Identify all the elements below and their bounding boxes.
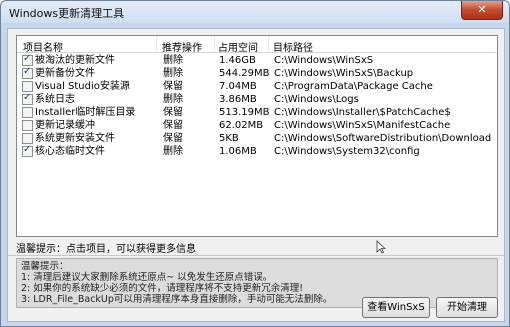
item-size: 1.46GB (219, 55, 256, 66)
item-path: C:\Windows\System32\config (274, 146, 420, 157)
item-size: 7.04MB (219, 81, 257, 92)
list-item[interactable]: 被淘汰的更新文件 删除 1.46GB C:\Windows\WinSxS (17, 53, 497, 67)
item-name: Visual Studio安装源 (35, 81, 130, 92)
item-name: 核心态临时文件 (35, 146, 105, 157)
item-size: 62.02MB (219, 120, 264, 131)
list-item[interactable]: 系统更新安装文件 保留 5KB C:\Windows\SoftwareDistr… (17, 132, 497, 145)
notes-heading: 温馨提示： (21, 261, 69, 272)
item-size: 544.29MB (219, 68, 270, 79)
item-path: C:\Windows\WinSxS\Backup (274, 68, 414, 79)
start-clean-button[interactable]: 开始清理 (436, 297, 498, 318)
item-name: 更新记录缓冲 (35, 120, 95, 131)
cleanup-item-list[interactable]: 项目名称 推荐操作 占用空间 目标路径 被淘汰的更新文件 删除 1.46GB C… (16, 35, 498, 237)
item-checkbox[interactable] (22, 81, 33, 92)
column-header-path[interactable]: 目标路径 (273, 39, 313, 54)
list-item[interactable]: 核心态临时文件 删除 1.06MB C:\Windows\System32\co… (17, 144, 497, 158)
item-action: 保留 (163, 120, 183, 131)
item-action: 保留 (163, 81, 183, 92)
item-path: C:\Windows\Installer\$PatchCache$ (274, 107, 451, 118)
item-size: 5KB (219, 133, 239, 144)
item-path: C:\Windows\WinSxS (274, 55, 374, 66)
item-name: Installer临时解压目录 (35, 107, 136, 118)
item-action: 保留 (163, 107, 183, 118)
item-checkbox[interactable] (22, 133, 33, 144)
item-checkbox[interactable] (22, 144, 33, 157)
item-size: 1.06MB (219, 146, 257, 157)
close-button[interactable]: ✕ (461, 1, 503, 20)
item-name: 系统日志 (35, 94, 75, 105)
list-item[interactable]: 更新记录缓冲 保留 62.02MB C:\Windows\WinSxS\Mani… (17, 119, 497, 132)
view-winsxs-button[interactable]: 查看WinSxS (362, 297, 430, 318)
column-divider[interactable] (156, 36, 157, 52)
item-path: C:\Windows\SoftwareDistribution\Download (274, 133, 492, 144)
divider (8, 255, 504, 256)
column-divider[interactable] (268, 36, 269, 52)
column-header-action[interactable]: 推荐操作 (162, 39, 202, 54)
item-action: 删除 (163, 146, 183, 157)
item-name: 系统更新安装文件 (35, 133, 115, 144)
list-item[interactable]: 系统日志 删除 3.86MB C:\Windows\Logs (17, 92, 497, 106)
note-line: 3: LDR_File_BackUp可以用清理程序本身直接删除，手动可能无法删除… (21, 294, 333, 305)
column-divider[interactable] (214, 36, 215, 52)
client-area: 项目名称 推荐操作 占用空间 目标路径 被淘汰的更新文件 删除 1.46GB C… (7, 28, 505, 322)
item-checkbox[interactable] (22, 92, 33, 105)
item-name: 更新备份文件 (35, 68, 95, 79)
item-path: C:\Windows\Logs (274, 94, 359, 105)
item-path: C:\ProgramData\Package Cache (274, 81, 433, 92)
item-checkbox[interactable] (22, 120, 33, 131)
app-window: Windows更新清理工具 ✕ 项目名称 推荐操作 占用空间 目标路径 被淘汰的… (0, 0, 510, 327)
mouse-cursor-icon (376, 240, 386, 254)
item-action: 删除 (163, 68, 183, 79)
column-header-name[interactable]: 项目名称 (23, 39, 63, 54)
list-item[interactable]: Visual Studio安装源 保留 7.04MB C:\ProgramDat… (17, 80, 497, 93)
item-checkbox[interactable] (22, 66, 33, 79)
item-size: 3.86MB (219, 94, 257, 105)
item-checkbox[interactable] (22, 107, 33, 118)
list-item[interactable]: 更新备份文件 删除 544.29MB C:\Windows\WinSxS\Bac… (17, 66, 497, 80)
note-line: 1: 清理后建议大家删除系统还原点~ 以免发生还原点错误。 (21, 272, 273, 283)
title-bar[interactable]: Windows更新清理工具 ✕ (1, 1, 509, 23)
column-header-size[interactable]: 占用空间 (218, 39, 258, 54)
item-action: 保留 (163, 133, 183, 144)
info-tip-text: 温馨提示：点击项目，可以获得更多信息 (16, 244, 196, 255)
list-header: 项目名称 推荐操作 占用空间 目标路径 (17, 36, 497, 54)
item-size: 513.19MB (219, 107, 270, 118)
note-line: 2: 如果你的系统缺少必须的文件，请理程序将不支持更新冗余清理! (21, 283, 304, 294)
item-action: 删除 (163, 94, 183, 105)
item-action: 删除 (163, 55, 183, 66)
item-checkbox[interactable] (22, 53, 33, 66)
window-title: Windows更新清理工具 (9, 7, 125, 20)
list-item[interactable]: Installer临时解压目录 保留 513.19MB C:\Windows\I… (17, 106, 497, 119)
item-path: C:\Windows\WinSxS\ManifestCache (274, 120, 451, 131)
item-name: 被淘汰的更新文件 (35, 55, 115, 66)
